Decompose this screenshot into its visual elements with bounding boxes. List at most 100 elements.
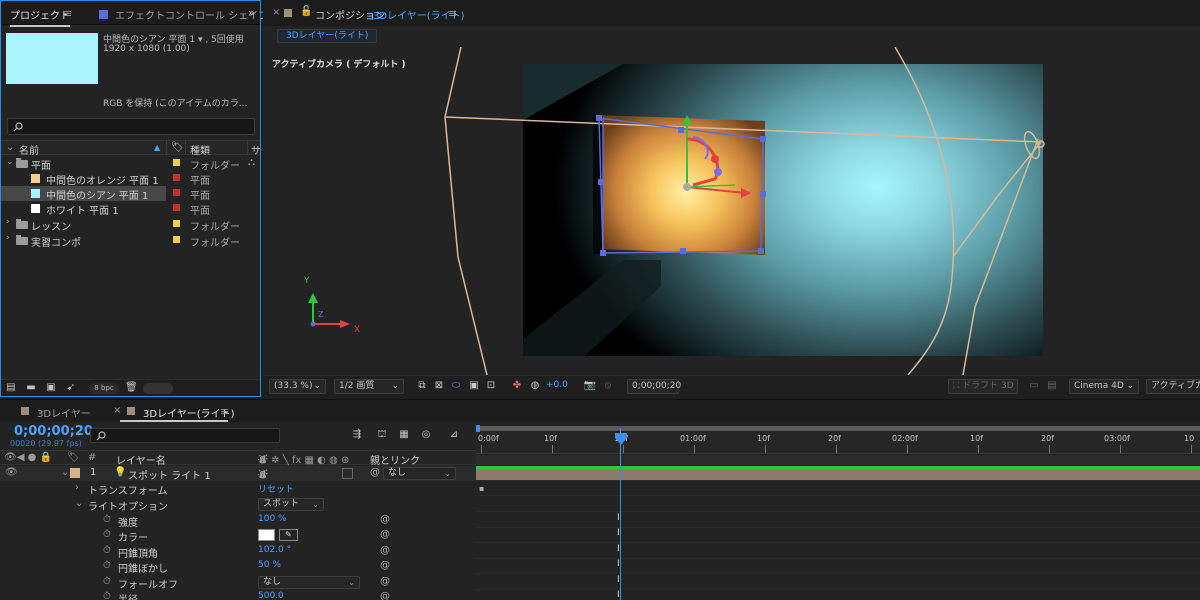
expanded-twirl-icon[interactable]: ⌄	[61, 467, 69, 478]
close-tab-icon[interactable]: ×	[113, 405, 121, 416]
panel-menu-icon[interactable]: ≡	[220, 405, 229, 418]
snapshot-icon[interactable]: 📷	[583, 379, 597, 393]
playhead[interactable]	[620, 428, 621, 600]
mask-visibility-icon[interactable]: ⬭	[449, 379, 463, 393]
prop-row-intensity[interactable]: ⏱ 強度 100 % @	[0, 513, 476, 529]
prop-value[interactable]: 50 %	[258, 560, 281, 570]
zoom-dropdown[interactable]: (33.3 %) ⌄	[269, 379, 326, 394]
extended-viewer-icon[interactable]: ▤	[1045, 379, 1059, 393]
3d-ground-icon[interactable]: ▭	[1027, 379, 1041, 393]
stopwatch-icon[interactable]: ⏱	[103, 591, 111, 600]
light-type-dropdown[interactable]: スポット ⌄	[258, 498, 324, 511]
transform-group-row[interactable]: › トランスフォーム リセット	[0, 481, 476, 497]
project-row-folder-solids[interactable]: ⌄ 平面 フォルダー ⛬	[1, 156, 260, 172]
project-row-solid-cyan[interactable]: 中間色のシアン 平面 1 平面	[1, 186, 260, 202]
label-tag-icon[interactable]: 🏷	[171, 142, 184, 153]
prop-row-cone-feather[interactable]: ⏱ 円錐ぼかし 50 % @	[0, 559, 476, 575]
column-size[interactable]: サ	[251, 142, 261, 157]
render-queue-icon[interactable]: ➹	[65, 383, 77, 393]
prop-row-falloff[interactable]: ⏱ フォールオフ なし ⌄ @	[0, 575, 476, 591]
shy-switch-icon[interactable]: ⛇	[258, 467, 268, 482]
column-type[interactable]: 種類	[190, 142, 210, 157]
panel-menu-icon[interactable]: ≡	[448, 7, 457, 20]
expanded-twirl-icon[interactable]: ⌄	[75, 498, 83, 509]
current-timecode[interactable]: 0;00;00;20	[14, 424, 93, 439]
prop-value[interactable]: 100 %	[258, 514, 287, 524]
layer-label-color[interactable]	[70, 468, 80, 478]
resolution-dropdown[interactable]: 1/2 画質 ⌄	[334, 379, 404, 394]
bit-depth-button[interactable]: 8 bpc	[89, 383, 119, 394]
falloff-dropdown[interactable]: なし ⌄	[258, 576, 360, 589]
color-management-icon[interactable]: ◍	[528, 379, 542, 393]
lock-icon[interactable]: 🔓	[300, 6, 312, 17]
playhead-handle-icon[interactable]	[614, 432, 628, 446]
work-area-start-handle[interactable]	[476, 425, 480, 432]
comp-breadcrumb[interactable]: 3Dレイヤー(ライト)	[277, 29, 377, 43]
scroll-thumb[interactable]	[143, 383, 173, 394]
region-of-interest-icon[interactable]: ▣	[467, 379, 481, 393]
comp-flowchart-icon[interactable]: ⇶	[350, 428, 364, 442]
stopwatch-icon[interactable]: ⏱	[103, 545, 111, 556]
label-color-yellow[interactable]	[173, 159, 180, 166]
label-color-yellow[interactable]	[173, 220, 180, 227]
pickwhip-icon[interactable]: @	[380, 576, 390, 587]
label-color-red[interactable]	[173, 189, 180, 196]
parent-dropdown[interactable]: なし ⌄	[383, 467, 456, 480]
layer-duration-bar[interactable]	[476, 466, 1200, 481]
eyedropper-icon[interactable]: ✎	[279, 529, 298, 541]
eye-icon[interactable]: 👁	[5, 467, 18, 478]
prop-row-cone-angle[interactable]: ⏱ 円錐頂角 102.0 ° @	[0, 544, 476, 560]
label-color-yellow[interactable]	[173, 236, 180, 243]
label-color-red[interactable]	[173, 204, 180, 211]
shy-layers-icon[interactable]: ⛫	[375, 428, 389, 442]
tab-effect-controls[interactable]: エフェクトコントロール シェイプ	[115, 7, 268, 22]
motion-blur-icon[interactable]: ◎	[419, 428, 433, 442]
collapsed-twirl-icon[interactable]: ›	[6, 217, 10, 227]
stopwatch-icon[interactable]: ⏱	[103, 529, 111, 540]
prop-row-color[interactable]: ⏱ カラー ✎ @	[0, 528, 476, 544]
column-layer-name[interactable]: レイヤー名	[116, 452, 166, 467]
graph-editor-icon[interactable]: ⊿	[447, 428, 461, 442]
close-tab-icon[interactable]: ×	[272, 7, 280, 18]
project-row-solid-orange[interactable]: 中間色のオレンジ 平面 1 平面	[1, 171, 260, 187]
light-options-row[interactable]: ⌄ ライトオプション スポット ⌄	[0, 497, 476, 513]
panel-menu-icon[interactable]: ≡	[63, 7, 72, 20]
pickwhip-icon[interactable]: @	[380, 514, 390, 525]
color-channels-icon[interactable]: ✤	[510, 379, 524, 393]
expanded-twirl-icon[interactable]: ⌄	[6, 157, 14, 167]
draft-3d-button[interactable]: ⛶ ドラフト 3D	[948, 379, 1018, 394]
pickwhip-icon[interactable]: @	[380, 560, 390, 571]
grid-guides-icon[interactable]: ⊡	[484, 379, 498, 393]
project-row-folder-practice[interactable]: › 実習コンポ フォルダー	[1, 233, 260, 249]
work-area-bar[interactable]	[476, 426, 1200, 431]
new-composition-icon[interactable]: ▣	[45, 383, 57, 393]
pickwhip-icon[interactable]: @	[380, 529, 390, 540]
timeline-search-input[interactable]	[90, 428, 280, 443]
frame-blending-icon[interactable]: ▦	[397, 428, 411, 442]
stopwatch-icon[interactable]: ⏱	[103, 514, 111, 525]
project-search-input[interactable]	[7, 118, 255, 135]
panel-overflow-icon[interactable]: »	[248, 6, 255, 19]
transparency-grid-icon[interactable]: ⊠	[432, 379, 446, 393]
view-dropdown[interactable]: アクティブカメ	[1146, 379, 1200, 394]
tab-project[interactable]: プロジェクト	[10, 7, 70, 27]
3d-layer-switch[interactable]	[342, 468, 353, 479]
label-color-red[interactable]	[173, 174, 180, 181]
time-ruler[interactable]: 0:00f 10f 20f 01:00f 10f 20f 02:00f 10f …	[476, 432, 1200, 454]
project-row-folder-lessons[interactable]: › レッスン フォルダー	[1, 217, 260, 233]
pickwhip-icon[interactable]: @	[370, 467, 380, 478]
color-swatch[interactable]	[258, 529, 275, 541]
exposure-value[interactable]: +0.0	[546, 380, 568, 390]
timeline-tab-1[interactable]: 3Dレイヤー	[37, 405, 91, 420]
prop-value[interactable]: 102.0 °	[258, 545, 291, 555]
trash-icon[interactable]: 🗑	[125, 383, 138, 393]
timeline-graph-area[interactable]: 0:00f 10f 20f 01:00f 10f 20f 02:00f 10f …	[476, 422, 1200, 600]
renderer-dropdown[interactable]: Cinema 4D ⌄	[1069, 379, 1139, 394]
reset-link[interactable]: リセット	[258, 482, 294, 495]
layer-name[interactable]: スポット ライト 1	[128, 467, 211, 482]
column-parent[interactable]: 親とリンク	[370, 452, 420, 467]
comp-viewer[interactable]: アクティブカメラ ( デフォルト ) Y X Z	[263, 47, 1200, 375]
layer-row[interactable]: 👁 ⌄ 1 💡 スポット ライト 1 ⛇ @ なし ⌄	[0, 466, 476, 482]
comp-timecode[interactable]: 0;00;00;20	[627, 379, 681, 394]
prop-row-radius[interactable]: ⏱ 半径 500.0 @	[0, 590, 476, 600]
